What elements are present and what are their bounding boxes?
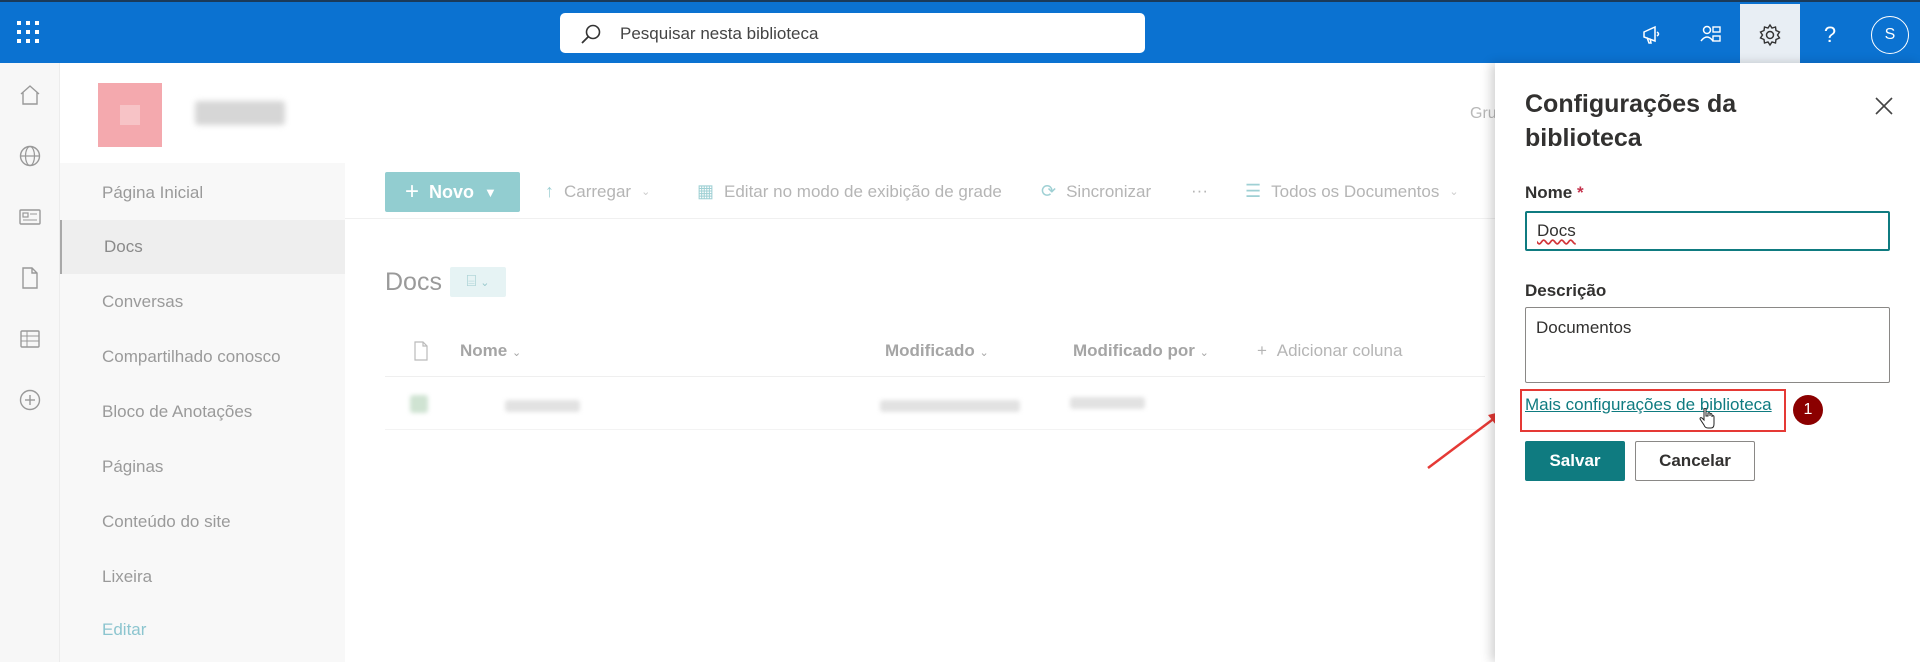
chevron-down-icon: ⌄ [1199, 347, 1209, 359]
sync-icon: ⟳ [1041, 181, 1057, 201]
list-view-icon: ☰ [1245, 181, 1262, 201]
description-field[interactable]: Documentos [1525, 307, 1890, 383]
help-glyph: ? [1823, 21, 1837, 47]
site-navigation: Página Inicial Docs Conversas Compartilh… [60, 163, 345, 662]
new-label: Novo [429, 181, 475, 202]
nav-item-notebook[interactable]: Bloco de Anotações [60, 385, 345, 439]
more-actions-button[interactable]: ··· [1191, 181, 1208, 201]
chevron-down-icon: ⌄ [641, 186, 651, 198]
nav-item-pages[interactable]: Páginas [60, 440, 345, 494]
column-name-label: Nome [460, 341, 508, 360]
grid-edit-label: Editar no modo de exibição de grade [724, 181, 1002, 201]
home-icon[interactable] [18, 83, 42, 107]
chevron-down-icon: ⌄ [511, 347, 522, 359]
grid-edit-button[interactable]: ▦ Editar no modo de exibição de grade [697, 181, 1002, 202]
more-icon: ··· [1191, 181, 1208, 200]
globe-icon[interactable] [18, 144, 42, 168]
library-view-button[interactable]: ⌸ ⌄ [450, 267, 506, 297]
required-marker: * [1576, 183, 1584, 202]
chevron-down-icon: ⌄ [979, 347, 989, 359]
suite-bar: Pesquisar nesta biblioteca ? S [0, 0, 1920, 65]
modified-by-blurred [1070, 397, 1145, 409]
panel-title: Configurações da biblioteca [1525, 90, 1737, 152]
chevron-down-icon: ⌄ [1449, 186, 1459, 198]
column-header-modified[interactable]: Modificado ⌄ [885, 341, 989, 361]
hand-cursor-icon [1698, 407, 1716, 435]
nav-item-site-contents[interactable]: Conteúdo do site [60, 495, 345, 549]
chevron-down-icon: ▼ [484, 184, 497, 200]
megaphone-icon[interactable] [1622, 4, 1682, 65]
column-modified-by-label: Modificado por [1073, 341, 1195, 360]
help-icon[interactable]: ? [1800, 4, 1860, 65]
column-header-modified-by[interactable]: Modificado por ⌄ [1073, 341, 1209, 361]
sync-button[interactable]: ⟳ Sincronizar [1041, 181, 1151, 202]
plus-icon: + [405, 178, 420, 205]
file-type-column-icon[interactable] [413, 341, 429, 366]
plus-icon: + [1257, 341, 1267, 360]
row-divider [385, 429, 1485, 430]
header-divider [385, 376, 1485, 377]
name-field[interactable]: Docs [1525, 211, 1890, 251]
chevron-down-icon: ⌄ [480, 276, 490, 289]
upload-icon: ↑ [545, 181, 554, 201]
command-bar: + Novo ▼ ↑ Carregar ⌄ ▦ Editar no modo d… [345, 163, 1495, 219]
add-column-label: Adicionar coluna [1276, 341, 1403, 360]
add-column-button[interactable]: + Adicionar coluna [1257, 341, 1402, 361]
name-field-value: Docs [1537, 221, 1576, 240]
library-settings-panel: Configurações da biblioteca Nome * Docs … [1495, 63, 1920, 662]
library-main: + Novo ▼ ↑ Carregar ⌄ ▦ Editar no modo d… [345, 163, 1495, 662]
search-icon [580, 23, 602, 50]
nav-item-conversations[interactable]: Conversas [60, 275, 345, 329]
step-badge: 1 [1793, 395, 1823, 425]
file-name-blurred [505, 400, 580, 412]
view-label: Todos os Documentos [1271, 181, 1440, 201]
library-title: Docs [385, 268, 442, 296]
new-button[interactable]: + Novo ▼ [385, 172, 520, 212]
save-button[interactable]: Salvar [1525, 441, 1625, 481]
description-label: Descrição [1525, 281, 1607, 300]
column-header-name[interactable]: Nome ⌄ [460, 341, 521, 361]
app-rail [0, 63, 60, 662]
grid-icon: ▦ [697, 181, 715, 201]
search-box[interactable]: Pesquisar nesta biblioteca [560, 13, 1145, 53]
people-network-icon[interactable] [1681, 4, 1741, 65]
nav-item-home[interactable]: Página Inicial [60, 166, 345, 220]
close-icon[interactable] [1873, 95, 1895, 117]
name-label-text: Nome [1525, 183, 1573, 202]
sync-label: Sincronizar [1066, 181, 1152, 201]
search-placeholder: Pesquisar nesta biblioteca [620, 24, 819, 43]
nav-item-recycle-bin[interactable]: Lixeira [60, 550, 345, 604]
avatar-initial: S [1884, 25, 1896, 43]
name-label: Nome * [1525, 183, 1584, 203]
news-icon[interactable] [18, 205, 42, 229]
library-icon: ⌸ [466, 273, 477, 290]
nav-item-shared[interactable]: Compartilhado conosco [60, 330, 345, 384]
group-label: Gru [1470, 105, 1497, 122]
cancel-button[interactable]: Cancelar [1635, 441, 1755, 481]
upload-button[interactable]: ↑ Carregar ⌄ [545, 181, 650, 202]
nav-edit-link[interactable]: Editar [60, 603, 345, 657]
add-circle-icon[interactable] [18, 388, 42, 412]
site-title-blurred [195, 101, 285, 125]
nav-item-docs[interactable]: Docs [60, 220, 345, 274]
app-launcher-icon[interactable] [16, 20, 40, 44]
modified-date-blurred [880, 400, 1020, 412]
more-library-settings-link[interactable]: Mais configurações de biblioteca [1525, 395, 1772, 415]
document-icon[interactable] [18, 266, 42, 290]
upload-label: Carregar [564, 181, 632, 201]
column-modified-label: Modificado [885, 341, 975, 360]
avatar: S [1871, 15, 1909, 54]
site-header: Gru [60, 63, 1497, 163]
site-logo[interactable] [98, 83, 162, 147]
gear-icon[interactable] [1740, 4, 1800, 65]
account-button[interactable]: S [1860, 4, 1920, 65]
view-switcher[interactable]: ☰ Todos os Documentos ⌄ [1245, 181, 1459, 202]
lists-icon[interactable] [18, 327, 42, 351]
file-type-icon [410, 395, 428, 413]
